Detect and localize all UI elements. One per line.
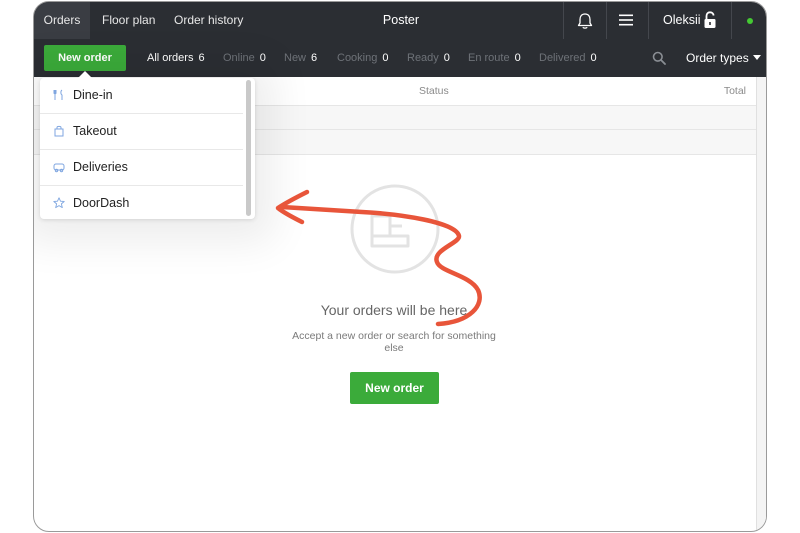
filter-count: 0 xyxy=(382,52,389,64)
bell-icon[interactable] xyxy=(575,11,595,31)
filter-count: 0 xyxy=(443,52,450,64)
takeout-bag-icon xyxy=(54,125,64,137)
empty-orders-icon xyxy=(350,184,440,274)
filter-en-route[interactable]: En route 0 xyxy=(468,39,521,77)
tab-order-history[interactable]: Order history xyxy=(174,2,243,39)
menu-item-doordash[interactable]: DoorDash xyxy=(40,186,243,219)
tab-floor-plan[interactable]: Floor plan xyxy=(102,2,155,39)
filter-online[interactable]: Online 0 xyxy=(223,39,266,77)
filter-delivered[interactable]: Delivered 0 xyxy=(539,39,597,77)
star-icon xyxy=(53,197,65,209)
search-icon[interactable] xyxy=(652,51,666,65)
menu-item-label: Takeout xyxy=(73,124,117,138)
filter-label: Ready xyxy=(407,52,439,64)
top-bar: Orders Floor plan Order history Poster O… xyxy=(34,2,766,39)
filter-count: 0 xyxy=(259,52,266,64)
menu-item-label: Deliveries xyxy=(73,160,128,174)
filter-count: 0 xyxy=(590,52,597,64)
menu-icon[interactable] xyxy=(618,13,634,27)
divider xyxy=(563,2,564,39)
dropdown-scrollbar[interactable] xyxy=(246,80,251,216)
new-order-button[interactable]: New order xyxy=(44,45,126,71)
filter-all-orders[interactable]: All orders 6 xyxy=(147,39,205,77)
filter-cooking[interactable]: Cooking 0 xyxy=(337,39,388,77)
empty-state-subtitle: Accept a new order or search for somethi… xyxy=(292,330,496,354)
menu-item-label: DoorDash xyxy=(73,196,130,210)
filter-count: 6 xyxy=(311,52,318,64)
app-title: Poster xyxy=(382,13,420,27)
tab-orders[interactable]: Orders xyxy=(34,2,90,39)
column-header-total[interactable]: Total xyxy=(724,85,746,97)
unlocked-lock-icon[interactable] xyxy=(703,11,717,29)
chevron-down-icon xyxy=(752,55,761,60)
filter-label: En route xyxy=(468,52,510,64)
menu-item-deliveries[interactable]: Deliveries xyxy=(40,150,243,186)
delivery-icon xyxy=(53,163,65,173)
empty-state-title: Your orders will be here xyxy=(320,302,468,318)
dine-in-icon xyxy=(53,89,63,100)
scrollbar[interactable] xyxy=(756,77,766,531)
app-window: Orders Floor plan Order history Poster O… xyxy=(33,1,767,532)
menu-item-label: Dine-in xyxy=(73,88,113,102)
column-header-status[interactable]: Status xyxy=(419,85,449,97)
order-types-dropdown[interactable]: Order types xyxy=(686,39,761,77)
filter-new[interactable]: New 6 xyxy=(284,39,317,77)
filter-label: Online xyxy=(223,52,255,64)
new-order-type-menu: Dine-in Takeout Deliveries DoorDash xyxy=(40,78,255,219)
filter-label: Cooking xyxy=(337,52,378,64)
filter-count: 6 xyxy=(198,52,205,64)
menu-item-takeout[interactable]: Takeout xyxy=(40,114,243,150)
dropdown-pointer xyxy=(78,71,92,78)
online-status-dot xyxy=(747,18,753,24)
menu-item-dine-in[interactable]: Dine-in xyxy=(40,78,243,114)
divider xyxy=(648,2,649,39)
filter-count: 0 xyxy=(514,52,521,64)
user-name[interactable]: Oleksii xyxy=(663,2,701,39)
filter-bar: New order All orders 6 Online 0 New 6 Cooki… xyxy=(34,39,766,77)
order-types-label: Order types xyxy=(686,51,749,65)
filter-label: New xyxy=(284,52,307,64)
filter-label: Delivered xyxy=(539,52,586,64)
divider xyxy=(606,2,607,39)
new-order-button-main[interactable]: New order xyxy=(350,372,439,404)
divider xyxy=(731,2,732,39)
filter-label: All orders xyxy=(147,52,194,64)
filter-ready[interactable]: Ready 0 xyxy=(407,39,450,77)
